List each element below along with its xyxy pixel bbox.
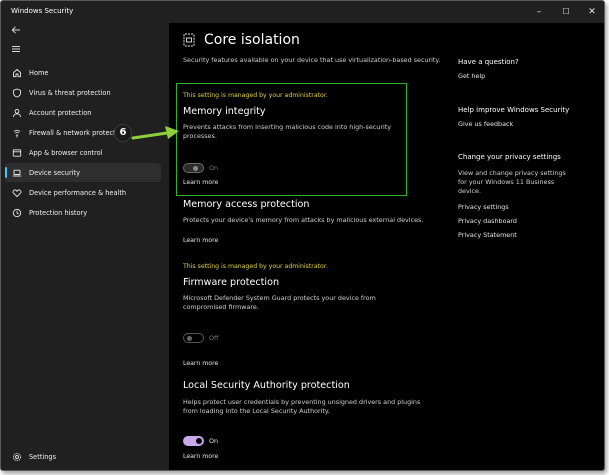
firmware-managed-notice: This setting is managed by your administ… <box>183 263 328 270</box>
sidebar-item-protection-history[interactable]: Protection history <box>5 203 161 222</box>
firmware-toggle-label: Off <box>209 334 219 342</box>
person-icon <box>5 103 29 122</box>
sidebar-item-label: Device security <box>29 168 80 177</box>
firmware-desc: Microsoft Defender System Guard protects… <box>183 294 376 311</box>
toggle-knob <box>187 335 192 341</box>
managed-notice: This setting is managed by your administ… <box>183 92 328 99</box>
sidebar-item-virus-threat[interactable]: Virus & threat protection <box>5 83 161 102</box>
privacy-dashboard-link[interactable]: Privacy dashboard <box>458 217 517 225</box>
toggle-knob <box>193 165 198 171</box>
sidebar-item-label: Protection history <box>29 208 88 217</box>
memory-integrity-toggle[interactable] <box>183 163 204 173</box>
firmware-learn-more[interactable]: Learn more <box>183 360 218 367</box>
privacy-statement-link[interactable]: Privacy Statement <box>458 231 517 239</box>
heart-icon <box>5 183 29 202</box>
improve-heading: Help improve Windows Security <box>458 106 570 114</box>
have-question-heading: Have a question? <box>458 58 519 66</box>
gear-icon <box>5 447 29 466</box>
memory-access-title: Memory access protection <box>183 199 310 210</box>
firmware-toggle[interactable] <box>183 333 204 343</box>
sidebar-item-label: Home <box>29 68 49 77</box>
back-arrow-icon <box>11 26 20 34</box>
memory-integrity-learn-more[interactable]: Learn more <box>183 179 218 186</box>
sidebar-item-settings[interactable]: Settings <box>5 447 161 466</box>
laptop-icon <box>5 163 29 182</box>
sidebar-item-label: Account protection <box>29 108 92 117</box>
sidebar-item-label: Device performance & health <box>29 188 127 197</box>
browser-icon <box>5 143 29 162</box>
lsa-desc: Helps protect user credentials by preven… <box>183 398 421 415</box>
app-window: Windows Security – ☐ ✕ Home Virus & thre… <box>0 0 605 471</box>
minimize-button[interactable]: – <box>528 4 550 20</box>
page-title: Core isolation <box>204 32 300 48</box>
memory-integrity-desc: Prevents attacks from inserting maliciou… <box>183 123 392 140</box>
memory-access-learn-more[interactable]: Learn more <box>183 237 218 244</box>
page-intro: Security features available on your devi… <box>183 56 441 64</box>
sidebar-item-account[interactable]: Account protection <box>5 103 161 122</box>
shield-icon <box>5 83 29 102</box>
title-bar: Windows Security – ☐ ✕ <box>1 1 604 23</box>
lsa-learn-more[interactable]: Learn more <box>183 453 218 460</box>
sidebar-item-label: App & browser control <box>29 148 103 157</box>
privacy-heading: Change your privacy settings <box>458 153 561 161</box>
lsa-toggle[interactable] <box>183 436 204 446</box>
core-isolation-icon <box>183 33 195 47</box>
close-button[interactable]: ✕ <box>581 4 603 20</box>
sidebar: Home Virus & threat protection Account p… <box>1 23 169 470</box>
sidebar-item-label: Settings <box>29 452 57 461</box>
page-header: Core isolation <box>183 32 300 48</box>
sidebar-item-device-security[interactable]: Device security <box>5 163 161 182</box>
feedback-link[interactable]: Give us feedback <box>458 120 513 128</box>
memory-integrity-title: Memory integrity <box>183 106 266 117</box>
get-help-link[interactable]: Get help <box>458 72 485 80</box>
window-title: Windows Security <box>11 7 74 15</box>
main-content: Core isolation Security features availab… <box>169 23 604 470</box>
step-badge: 6 <box>114 124 132 142</box>
toggle-knob <box>196 438 202 444</box>
firmware-title: Firmware protection <box>183 277 280 288</box>
lsa-title: Local Security Authority protection <box>183 380 350 391</box>
hamburger-icon <box>12 46 20 52</box>
maximize-button[interactable]: ☐ <box>555 4 577 20</box>
home-icon <box>5 63 29 82</box>
sidebar-item-device-performance[interactable]: Device performance & health <box>5 183 161 202</box>
wifi-icon <box>5 123 29 142</box>
menu-button[interactable] <box>6 44 26 60</box>
history-icon <box>5 203 29 222</box>
sidebar-item-label: Virus & threat protection <box>29 88 111 97</box>
privacy-settings-link[interactable]: Privacy settings <box>458 203 509 211</box>
memory-integrity-toggle-label: On <box>209 164 219 172</box>
lsa-toggle-label: On <box>209 437 219 445</box>
privacy-desc: View and change privacy settings for you… <box>458 169 566 195</box>
sidebar-item-home[interactable]: Home <box>5 63 161 82</box>
memory-access-desc: Protects your device's memory from attac… <box>183 216 424 224</box>
back-button[interactable] <box>6 25 26 41</box>
